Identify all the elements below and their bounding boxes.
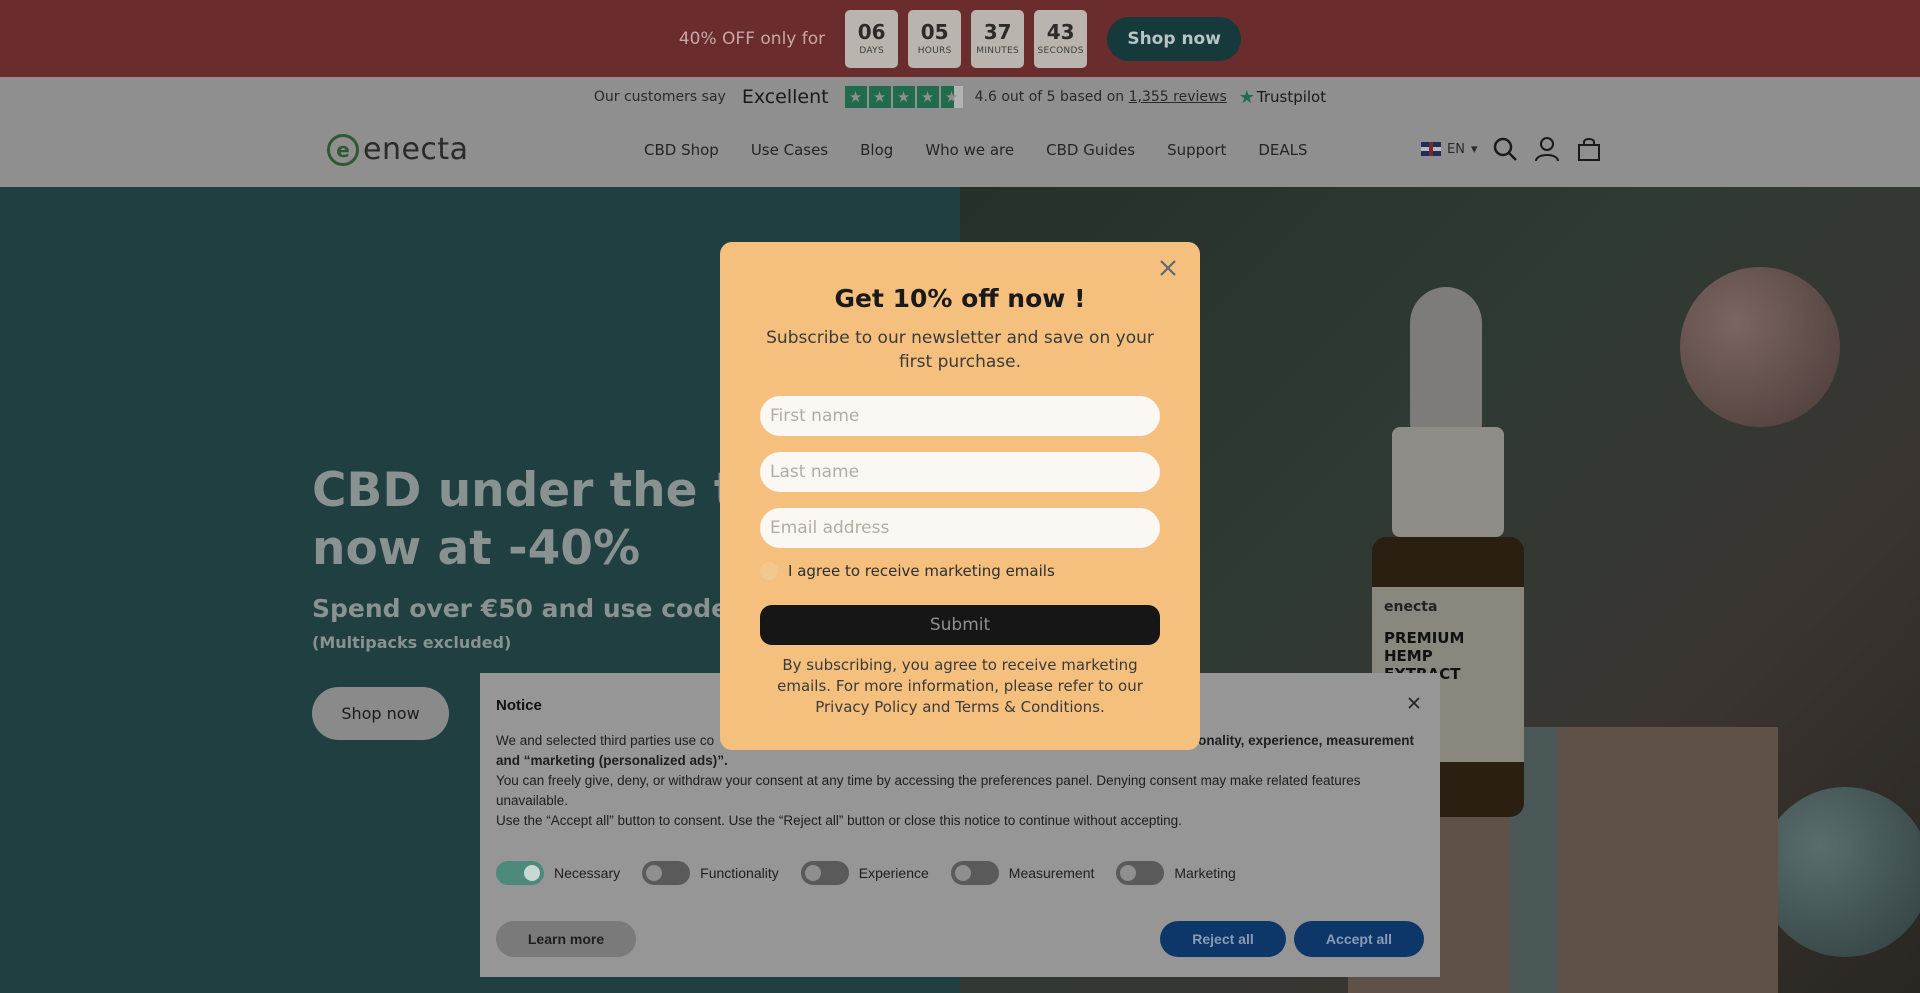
language-selector[interactable]: EN ▾ xyxy=(1421,142,1477,157)
countdown-hours: 05 HOURS xyxy=(908,9,962,68)
site-header: Our customers say Excellent ★ ★ ★ ★ ★ 4.… xyxy=(0,77,1920,187)
trustpilot-prefix: Our customers say xyxy=(593,89,726,105)
account-icon[interactable] xyxy=(1533,135,1561,163)
main-nav: CBD Shop Use Cases Blog Who we are CBD G… xyxy=(644,141,1308,159)
marketing-consent[interactable]: I agree to receive marketing emails xyxy=(760,562,1055,580)
nav-cbd-guides[interactable]: CBD Guides xyxy=(1046,141,1135,159)
cart-icon[interactable] xyxy=(1575,135,1603,163)
hero-note: (Multipacks excluded) xyxy=(312,633,512,652)
countdown-days: 06 DAYS xyxy=(845,9,899,68)
hero-shop-now-button[interactable]: Shop now xyxy=(312,687,449,740)
toggle-measurement[interactable]: Measurement xyxy=(950,861,1094,885)
nav-who-we-are[interactable]: Who we are xyxy=(925,141,1014,159)
nav-support[interactable]: Support xyxy=(1167,141,1226,159)
reject-all-button[interactable]: Reject all xyxy=(1160,921,1286,957)
toggle-switch[interactable] xyxy=(950,861,999,885)
star-icon: ★ xyxy=(916,86,939,108)
nav-row: e enecta CBD Shop Use Cases Blog Who we … xyxy=(0,117,1920,187)
trustpilot-reviews-link[interactable]: 1,355 reviews xyxy=(1129,89,1227,105)
enecta-logo[interactable]: e enecta xyxy=(327,132,469,167)
email-field[interactable] xyxy=(760,508,1160,548)
star-icon: ★ xyxy=(892,86,915,108)
toggle-experience[interactable]: Experience xyxy=(800,861,929,885)
header-tools: EN ▾ xyxy=(1421,135,1603,163)
newsletter-modal: Get 10% off now ! Subscribe to our newsl… xyxy=(720,242,1200,750)
uk-flag-icon xyxy=(1421,142,1441,156)
star-icon: ★ xyxy=(844,86,867,108)
language-code: EN xyxy=(1447,141,1465,157)
bottle-brand: enecta xyxy=(1384,599,1438,615)
promo-shop-now-button[interactable]: Shop now xyxy=(1107,16,1242,61)
toggle-functionality[interactable]: Functionality xyxy=(642,861,779,885)
nav-deals[interactable]: DEALS xyxy=(1258,141,1307,159)
caret-down-icon: ▾ xyxy=(1470,141,1478,157)
learn-more-button[interactable]: Learn more xyxy=(496,921,636,957)
star-icon: ★ xyxy=(868,86,891,108)
toggle-switch[interactable] xyxy=(800,861,849,885)
bottle-cap xyxy=(1410,287,1482,432)
logo-text: enecta xyxy=(363,132,469,167)
toggle-switch[interactable] xyxy=(1116,861,1165,885)
search-icon[interactable] xyxy=(1491,135,1519,163)
modal-title: Get 10% off now ! xyxy=(834,284,1086,313)
promo-text: 40% OFF only for xyxy=(678,28,826,49)
trustpilot-rating-word: Excellent xyxy=(741,86,829,108)
toggle-necessary[interactable]: Necessary xyxy=(496,861,620,885)
accept-all-button[interactable]: Accept all xyxy=(1294,921,1424,957)
last-name-field[interactable] xyxy=(760,452,1160,492)
ornament-teal xyxy=(1760,787,1920,957)
close-icon[interactable] xyxy=(1154,254,1182,282)
toggle-marketing[interactable]: Marketing xyxy=(1116,861,1236,885)
consent-checkbox[interactable] xyxy=(760,562,778,580)
modal-description: Subscribe to our newsletter and save on … xyxy=(766,328,1154,372)
close-icon[interactable] xyxy=(1404,693,1424,713)
cookie-title: Notice xyxy=(496,697,542,714)
consent-label: I agree to receive marketing emails xyxy=(788,562,1055,580)
consent-toggles: Necessary Functionality Experience Measu… xyxy=(496,861,1258,885)
bottle-ring xyxy=(1392,427,1504,537)
nav-cbd-shop[interactable]: CBD Shop xyxy=(644,141,719,159)
trustpilot-stars: ★ ★ ★ ★ ★ xyxy=(844,86,963,108)
nav-blog[interactable]: Blog xyxy=(860,141,893,159)
countdown-seconds: 43 SECONDS xyxy=(1034,9,1088,68)
trustpilot-star-icon: ★ xyxy=(1238,86,1255,108)
first-name-field[interactable] xyxy=(760,396,1160,436)
trustpilot-score: 4.6 out of 5 based on 1,355 reviews xyxy=(974,89,1227,105)
nav-use-cases[interactable]: Use Cases xyxy=(751,141,828,159)
modal-legal-text: By subscribing, you agree to receive mar… xyxy=(777,656,1143,716)
toggle-switch[interactable] xyxy=(496,861,544,885)
trustpilot-widget[interactable]: Our customers say Excellent ★ ★ ★ ★ ★ 4.… xyxy=(0,77,1920,117)
toggle-switch[interactable] xyxy=(642,861,691,885)
enecta-logo-mark-icon: e xyxy=(327,133,359,166)
trustpilot-logo: ★ Trustpilot xyxy=(1238,86,1327,108)
promo-bar: 40% OFF only for 06 DAYS 05 HOURS 37 MIN… xyxy=(0,0,1920,77)
star-half-icon: ★ xyxy=(940,86,963,108)
hero-subtitle: Spend over €50 and use code XM xyxy=(312,594,781,623)
countdown-minutes: 37 MINUTES xyxy=(971,9,1025,68)
ornament-pink xyxy=(1680,267,1840,427)
submit-button[interactable]: Submit xyxy=(760,605,1160,645)
